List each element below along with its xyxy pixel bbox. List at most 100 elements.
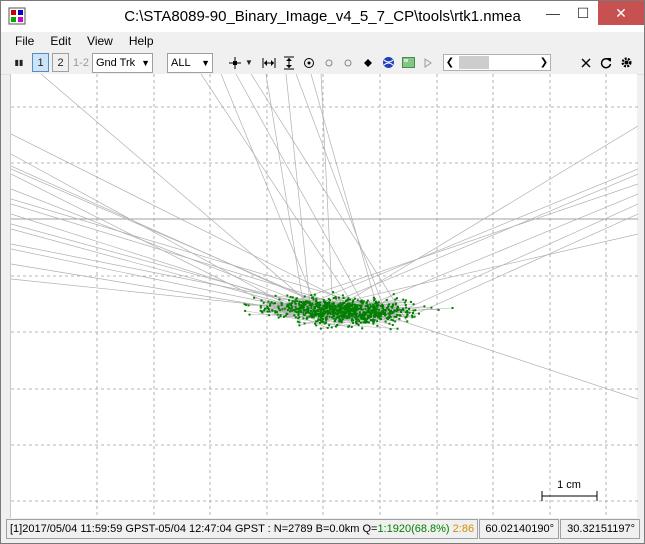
close-file-button[interactable] bbox=[578, 53, 594, 72]
solution2-button[interactable]: 2 bbox=[52, 53, 69, 72]
position-point bbox=[339, 311, 342, 314]
position-point bbox=[385, 299, 388, 301]
position-point bbox=[389, 328, 392, 331]
position-point bbox=[310, 307, 313, 310]
position-point bbox=[359, 300, 362, 303]
position-point bbox=[296, 300, 299, 303]
close-window-button[interactable]: ✕ bbox=[598, 1, 644, 25]
position-point bbox=[412, 312, 414, 314]
menu-help[interactable]: Help bbox=[121, 32, 162, 50]
position-point bbox=[322, 300, 325, 303]
refresh-button[interactable] bbox=[598, 53, 614, 72]
circle-icon bbox=[325, 59, 333, 66]
position-point bbox=[382, 310, 384, 313]
crosshair-dropdown[interactable]: ▼ bbox=[244, 53, 254, 72]
menu-file[interactable]: File bbox=[7, 32, 42, 50]
scrollbar-thumb[interactable] bbox=[459, 56, 489, 69]
position-point bbox=[330, 326, 333, 329]
position-point bbox=[268, 310, 271, 313]
position-point bbox=[253, 296, 256, 299]
position-point bbox=[296, 320, 299, 323]
position-point bbox=[312, 316, 315, 319]
quality-select[interactable]: ALL ▼ bbox=[167, 53, 213, 73]
plot-type-select[interactable]: Gnd Trk ▼ bbox=[92, 53, 153, 73]
chevron-left-icon[interactable]: ❮ bbox=[444, 55, 456, 70]
position-point bbox=[398, 314, 401, 317]
menu-view[interactable]: View bbox=[79, 32, 121, 50]
position-point bbox=[373, 304, 376, 307]
position-point bbox=[332, 314, 335, 317]
center-origin-button[interactable] bbox=[301, 53, 317, 72]
ground-track-plot[interactable]: 1 cm bbox=[10, 74, 638, 518]
position-point bbox=[347, 307, 350, 309]
position-point bbox=[373, 313, 376, 316]
position-point bbox=[267, 300, 270, 303]
position-point bbox=[330, 304, 333, 307]
position-point bbox=[339, 306, 342, 309]
position-point bbox=[398, 317, 401, 320]
position-point bbox=[366, 304, 369, 307]
position-point bbox=[281, 308, 284, 311]
position-point bbox=[388, 308, 390, 311]
position-point bbox=[361, 308, 364, 311]
minimize-button[interactable]: — bbox=[538, 1, 568, 25]
position-point bbox=[412, 303, 415, 306]
position-point bbox=[411, 316, 414, 319]
pause-button[interactable]: ▮▮ bbox=[9, 53, 29, 72]
position-point bbox=[414, 309, 417, 312]
position-point bbox=[316, 319, 319, 322]
position-point bbox=[315, 301, 318, 304]
position-point bbox=[394, 298, 397, 301]
status-latitude: 60.02140190° bbox=[479, 519, 559, 539]
track-segment bbox=[11, 168, 335, 310]
menu-edit[interactable]: Edit bbox=[42, 32, 79, 50]
crosshair-button[interactable] bbox=[227, 53, 243, 72]
position-point bbox=[324, 303, 327, 306]
fit-horizontal-button[interactable] bbox=[260, 53, 277, 72]
position-point bbox=[303, 295, 306, 298]
solution12-button[interactable]: 1-2 bbox=[71, 53, 91, 72]
position-point bbox=[300, 304, 303, 307]
position-point bbox=[362, 311, 365, 314]
fit-vertical-button[interactable] bbox=[280, 53, 297, 72]
position-point bbox=[294, 305, 297, 308]
position-point bbox=[327, 297, 330, 300]
position-point bbox=[364, 321, 367, 324]
settings-button[interactable] bbox=[618, 53, 634, 72]
ground-track-canvas[interactable]: 1 cm bbox=[11, 74, 638, 518]
point-button[interactable] bbox=[360, 53, 376, 72]
map-image-button[interactable] bbox=[400, 53, 416, 72]
position-point bbox=[315, 297, 318, 300]
status-q1: 1:1920(68.8%) bbox=[377, 523, 450, 535]
play-button[interactable] bbox=[421, 53, 435, 72]
position-point bbox=[396, 314, 399, 317]
position-point bbox=[261, 311, 264, 314]
position-point bbox=[358, 307, 361, 310]
position-point bbox=[310, 309, 312, 312]
position-point bbox=[367, 321, 370, 324]
position-point bbox=[387, 304, 390, 307]
position-point bbox=[286, 309, 289, 312]
position-point bbox=[331, 308, 334, 311]
position-point bbox=[291, 309, 294, 312]
position-point bbox=[280, 304, 283, 307]
circle-button-2[interactable] bbox=[340, 53, 356, 72]
track-segment bbox=[326, 173, 638, 306]
position-point bbox=[366, 316, 369, 319]
position-point bbox=[395, 315, 398, 318]
title-bar[interactable]: C:\STA8089-90_Binary_Image_v4_5_7_CP\too… bbox=[1, 1, 644, 32]
solution1-button[interactable]: 1 bbox=[32, 53, 49, 72]
circle-button[interactable] bbox=[321, 53, 337, 72]
chevron-right-icon[interactable]: ❯ bbox=[538, 55, 550, 70]
position-point bbox=[328, 306, 331, 309]
position-point bbox=[340, 321, 343, 324]
map-image-icon bbox=[401, 57, 415, 68]
play-icon bbox=[424, 57, 432, 68]
maximize-button[interactable]: ☐ bbox=[568, 1, 598, 25]
position-point bbox=[335, 306, 338, 309]
time-scrollbar[interactable]: ❮ ❯ bbox=[443, 54, 551, 71]
position-point bbox=[339, 314, 342, 317]
globe-button[interactable] bbox=[380, 53, 396, 72]
position-point bbox=[402, 307, 404, 310]
position-point bbox=[402, 298, 405, 301]
